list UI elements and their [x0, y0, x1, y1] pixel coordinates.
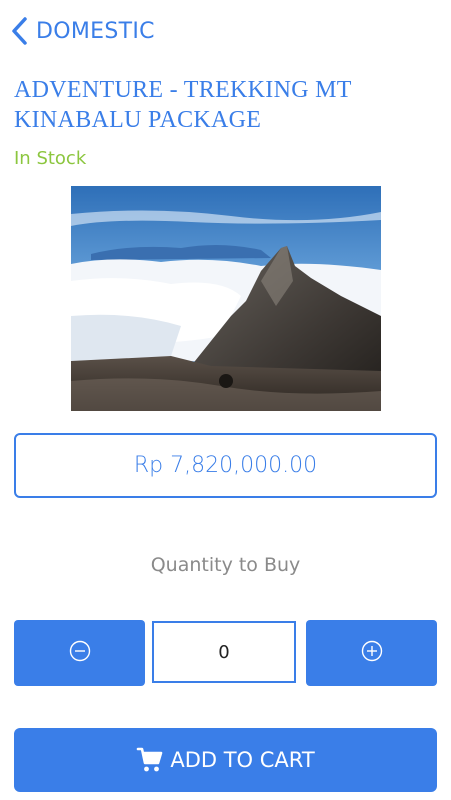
shopping-cart-icon	[136, 746, 164, 774]
product-title: ADVENTURE - TREKKING MT KINABALU PACKAGE	[14, 77, 352, 133]
product-image	[71, 186, 381, 411]
add-to-cart-label: ADD TO CART	[170, 748, 315, 772]
quantity-input[interactable]	[152, 621, 296, 683]
stock-status: In Stock	[14, 148, 87, 169]
increment-quantity-button[interactable]	[306, 620, 437, 686]
chevron-left-icon	[10, 16, 28, 46]
back-label: DOMESTIC	[36, 18, 155, 44]
back-button[interactable]: DOMESTIC	[10, 14, 155, 48]
price-display: Rp 7,820,000.00	[14, 433, 437, 498]
add-to-cart-button[interactable]: ADD TO CART	[14, 728, 437, 792]
quantity-label: Quantity to Buy	[150, 554, 301, 576]
plus-circle-icon	[361, 640, 383, 666]
minus-circle-icon	[69, 640, 91, 666]
decrement-quantity-button[interactable]	[14, 620, 145, 686]
